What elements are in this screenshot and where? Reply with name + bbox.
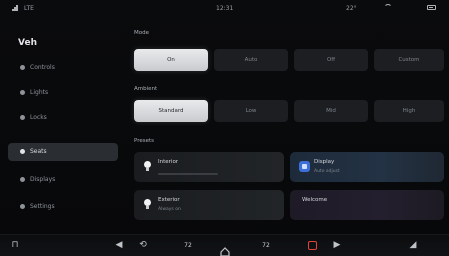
temp-right[interactable]: 72: [256, 240, 276, 252]
clock: 12:31: [216, 5, 234, 12]
bulb-base: [146, 206, 149, 209]
ambient-option-mid[interactable]: Mid: [294, 100, 368, 122]
sidebar-title: Veh: [18, 38, 37, 48]
lights-icon: [20, 90, 25, 95]
display-icon: [20, 177, 25, 182]
card-title: Exterior: [158, 197, 180, 203]
temp-left[interactable]: 72: [178, 240, 198, 252]
mode-option-auto[interactable]: Auto: [214, 49, 288, 71]
chevron-left-icon[interactable]: ◀: [114, 239, 124, 251]
undo-icon[interactable]: ⟲: [138, 239, 148, 251]
preset-card-interior[interactable]: Interior: [134, 152, 284, 182]
card-subtitle: Always on: [158, 207, 181, 212]
bulb-icon: [144, 199, 151, 206]
sidebar-item-label: Displays: [30, 176, 56, 183]
section-presets-label: Presets: [134, 138, 155, 144]
sidebar-item-label: Settings: [30, 203, 55, 210]
card-title: Interior: [158, 159, 179, 165]
outside-temp: 22°: [346, 5, 357, 12]
card-subtitle: Auto adjust: [314, 169, 340, 174]
display-icon: [299, 161, 310, 172]
sidebar-item-locks[interactable]: Locks: [8, 109, 118, 127]
vehicle-settings-screen: LTE 12:31 22° Veh Controls Lights Locks …: [0, 0, 449, 256]
card-title: Display: [314, 159, 335, 165]
sidebar-item-label: Lights: [30, 89, 49, 96]
car-icon[interactable]: ⊓: [10, 239, 20, 251]
preset-card-welcome[interactable]: Welcome: [290, 190, 444, 220]
battery-icon: [427, 5, 436, 10]
lock-icon: [20, 115, 25, 120]
bulb-icon: [144, 161, 151, 168]
mode-option-on[interactable]: On: [134, 49, 208, 71]
card-title: Welcome: [302, 197, 328, 203]
brightness-bar: [158, 173, 218, 175]
preset-card-exterior[interactable]: Exterior Always on: [134, 190, 284, 220]
signal-icon: [12, 4, 19, 11]
preset-card-display[interactable]: Display Auto adjust: [290, 152, 444, 182]
controls-icon: [20, 65, 25, 70]
gear-icon: [20, 204, 25, 209]
seat-icon: [20, 149, 25, 154]
main-panel: Mode On Auto Off Custom Ambient Standard…: [122, 16, 449, 234]
sidebar: Veh Controls Lights Locks Seats Displays…: [0, 16, 122, 234]
sidebar-item-label: Locks: [30, 114, 47, 121]
bottom-dock: ⊓ ◀ ⟲ 72 72 ▶ ◢: [0, 234, 449, 256]
sidebar-item-seats[interactable]: Seats: [8, 143, 118, 161]
bulb-base: [146, 168, 149, 171]
sidebar-item-lights[interactable]: Lights: [8, 84, 118, 102]
mode-option-off[interactable]: Off: [294, 49, 368, 71]
sidebar-item-settings[interactable]: Settings: [8, 198, 118, 216]
section-ambient-label: Ambient: [134, 86, 158, 92]
mode-option-custom[interactable]: Custom: [374, 49, 444, 71]
ambient-option-standard[interactable]: Standard: [134, 100, 208, 122]
home-icon[interactable]: [220, 241, 230, 256]
wifi-icon: [384, 4, 392, 11]
sidebar-item-label: Seats: [30, 148, 47, 155]
volume-icon[interactable]: ◢: [408, 239, 418, 251]
apps-icon[interactable]: [308, 241, 317, 250]
sidebar-item-label: Controls: [30, 64, 55, 71]
sidebar-item-displays[interactable]: Displays: [8, 171, 118, 189]
ambient-option-high[interactable]: High: [374, 100, 444, 122]
section-mode-label: Mode: [134, 30, 149, 36]
chevron-right-icon[interactable]: ▶: [332, 239, 342, 251]
status-bar: LTE 12:31 22°: [0, 0, 449, 16]
ambient-option-low[interactable]: Low: [214, 100, 288, 122]
sidebar-item-controls[interactable]: Controls: [8, 59, 118, 77]
network-label: LTE: [24, 5, 34, 12]
